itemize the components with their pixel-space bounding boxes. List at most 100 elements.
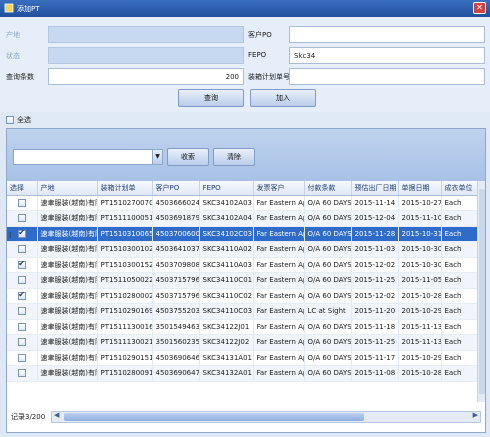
table-cell: SKC34102A03 bbox=[199, 195, 254, 211]
scroll-left-icon[interactable]: ◀ bbox=[54, 411, 59, 419]
vertical-scrollbar[interactable] bbox=[477, 181, 485, 402]
table-row[interactable]: 速聿服装(越南)有限...PT15111000514503691879SKC34… bbox=[7, 210, 478, 227]
table-row[interactable]: 速聿服装(越南)有限...PT15102700704503666024SKC34… bbox=[7, 195, 478, 211]
table-cell: Far Eastern Appa... bbox=[253, 272, 305, 289]
table-row[interactable]: 速聿服装(越南)有限...PT15103100654503700600SKC34… bbox=[7, 226, 478, 242]
row-select-cell[interactable] bbox=[7, 195, 38, 211]
column-header[interactable]: 客户PO bbox=[152, 181, 200, 196]
row-select-cell[interactable] bbox=[7, 303, 38, 320]
clear-button[interactable]: 清除 bbox=[213, 148, 255, 166]
table-row[interactable]: 速聿服装(越南)有限...PT15111300213501560235SKC34… bbox=[7, 334, 478, 351]
table-cell: 速聿服装(越南)有限... bbox=[37, 210, 98, 227]
column-header[interactable]: 装箱计划单 bbox=[97, 181, 153, 196]
horizontal-scroll-thumb[interactable] bbox=[64, 413, 364, 421]
table-row[interactable]: 速聿服装(越南)有限...PT15102800024503715796SKC34… bbox=[7, 288, 478, 304]
table-cell: Far Eastern Appa... bbox=[253, 226, 305, 242]
table-cell: SKC34102A04 bbox=[199, 210, 254, 227]
row-checkbox[interactable] bbox=[17, 290, 26, 300]
table-row[interactable]: 速聿服装(越南)有限...PT15103001524503709808SKC34… bbox=[7, 257, 478, 273]
table-cell: 4503700600 bbox=[152, 226, 200, 242]
producer-field bbox=[48, 26, 244, 43]
scroll-right-icon[interactable]: ▶ bbox=[473, 411, 478, 419]
row-checkbox[interactable] bbox=[17, 245, 26, 254]
table-cell: PT1510280002 bbox=[97, 288, 153, 304]
table-cell: 4503641037 bbox=[152, 241, 200, 258]
row-checkbox[interactable] bbox=[17, 307, 26, 316]
column-header[interactable]: FEPO bbox=[199, 181, 254, 196]
table-cell: Far Eastern Appa... bbox=[253, 241, 305, 258]
column-header[interactable]: 付款条款 bbox=[304, 181, 352, 196]
table-cell: 2015-11-18 bbox=[351, 319, 399, 335]
table-row[interactable]: 速聿服装(越南)有限...PT15102901694503755203SKC34… bbox=[7, 303, 478, 320]
row-checkbox[interactable] bbox=[17, 353, 26, 362]
table-cell: O/A 60 DAYS ... bbox=[304, 210, 352, 227]
table-cell: 速聿服装(越南)有限... bbox=[37, 303, 98, 320]
table-cell: Far Eastern Appa... bbox=[253, 257, 305, 273]
customer-po-field[interactable] bbox=[289, 26, 485, 43]
close-icon[interactable]: ✕ bbox=[473, 2, 486, 14]
table-row[interactable]: 速聿服装(越南)有限...PT15103001024503641037SKC34… bbox=[7, 241, 478, 258]
table-cell: 2015-12-04 bbox=[351, 210, 399, 227]
column-header[interactable]: 成衣单位 bbox=[441, 181, 478, 196]
producer-label: 产地 bbox=[6, 31, 20, 39]
table-cell: 速聿服装(越南)有限... bbox=[37, 272, 98, 289]
select-all-checkbox[interactable] bbox=[6, 116, 14, 124]
column-header[interactable]: 选择 bbox=[7, 181, 38, 196]
table-cell: SKC34122J02 bbox=[199, 334, 254, 351]
fepo-field[interactable]: Skc34 bbox=[289, 47, 485, 64]
table-cell: 2015-11-25 bbox=[351, 272, 399, 289]
row-checkbox[interactable] bbox=[17, 228, 26, 238]
row-select-cell[interactable] bbox=[7, 334, 38, 351]
table-cell: 4503690646 bbox=[152, 350, 200, 366]
search-button[interactable]: 收索 bbox=[167, 148, 209, 166]
vertical-scroll-thumb[interactable] bbox=[479, 189, 485, 394]
row-checkbox[interactable] bbox=[17, 214, 26, 223]
results-table: 选择 产地 装箱计划单 客户PO FEPO 发票客户 付款条款 预估出厂日期 单据日期 成衣单位 … bbox=[7, 181, 478, 382]
row-checkbox[interactable] bbox=[17, 322, 26, 331]
table-cell: Far Eastern Appa... bbox=[253, 288, 305, 304]
table-cell: 2015-11-13 bbox=[398, 319, 442, 335]
query-button[interactable]: 查询 bbox=[178, 89, 244, 107]
table-cell: PT1510280091 bbox=[97, 365, 153, 382]
row-select-cell[interactable] bbox=[7, 257, 38, 273]
search-combo[interactable]: ▼ bbox=[13, 149, 163, 165]
table-cell: 2015-11-20 bbox=[351, 303, 399, 320]
row-select-cell[interactable] bbox=[7, 350, 38, 366]
table-row[interactable]: 速聿服装(越南)有限...PT15111300163501549463SKC34… bbox=[7, 319, 478, 335]
row-select-cell[interactable] bbox=[7, 241, 38, 258]
row-checkbox[interactable] bbox=[17, 338, 26, 347]
table-cell: SKC34110C01 bbox=[199, 272, 254, 289]
row-select-cell[interactable] bbox=[7, 226, 38, 242]
row-checkbox[interactable] bbox=[17, 369, 26, 378]
table-cell: 2015-10-29 bbox=[398, 350, 442, 366]
table-row[interactable]: 速聿服装(越南)有限...PT15110500224503715796SKC34… bbox=[7, 272, 478, 289]
row-select-cell[interactable] bbox=[7, 365, 38, 382]
row-checkbox[interactable] bbox=[17, 276, 26, 285]
row-select-cell[interactable] bbox=[7, 210, 38, 227]
table-cell: Each bbox=[441, 226, 478, 242]
add-button[interactable]: 加入 bbox=[250, 89, 316, 107]
column-header[interactable]: 单据日期 bbox=[398, 181, 442, 196]
query-count-field[interactable]: 200 bbox=[48, 68, 244, 85]
table-cell: 2015-11-08 bbox=[351, 365, 399, 382]
chevron-down-icon[interactable]: ▼ bbox=[152, 150, 162, 164]
plan-no-field[interactable] bbox=[289, 68, 485, 85]
column-header[interactable]: 发票客户 bbox=[253, 181, 305, 196]
row-select-cell[interactable] bbox=[7, 288, 38, 304]
table-cell: PT1510310065 bbox=[97, 226, 153, 242]
table-row[interactable]: 速聿服装(越南)有限...PT15102901514503690646SKC34… bbox=[7, 350, 478, 366]
row-select-cell[interactable] bbox=[7, 272, 38, 289]
row-checkbox[interactable] bbox=[17, 259, 26, 269]
table-cell: PT1511100051 bbox=[97, 210, 153, 227]
column-header[interactable]: 预估出厂日期 bbox=[351, 181, 399, 196]
table-row[interactable]: 速聿服装(越南)有限...PT15102800914503690647SKC34… bbox=[7, 365, 478, 382]
row-select-cell[interactable] bbox=[7, 319, 38, 335]
table-cell: O/A 60 DAYS ... bbox=[304, 350, 352, 366]
horizontal-scrollbar[interactable]: ◀ ▶ bbox=[51, 411, 481, 423]
table-cell: 速聿服装(越南)有限... bbox=[37, 319, 98, 335]
select-all[interactable]: 全选 bbox=[6, 115, 31, 125]
table-cell: PT1510300102 bbox=[97, 241, 153, 258]
table-cell: 4503715796 bbox=[152, 288, 200, 304]
column-header[interactable]: 产地 bbox=[37, 181, 98, 196]
row-checkbox[interactable] bbox=[17, 198, 26, 207]
